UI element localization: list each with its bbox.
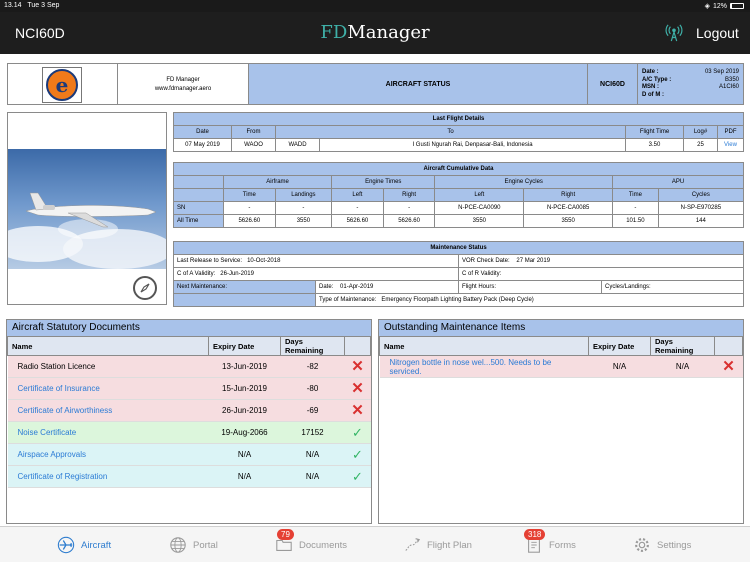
registration: NCI60D [588, 64, 638, 104]
view-pdf-link[interactable]: View [717, 138, 744, 152]
flight-plan-icon [402, 535, 422, 555]
outstanding-maintenance-title: Outstanding Maintenance Items [379, 320, 743, 336]
plane-icon [56, 535, 76, 555]
logout-button[interactable]: Logout [696, 25, 739, 41]
valid-check-icon: ✓ [352, 424, 363, 440]
company-logo: e [42, 67, 82, 103]
status-time-date: 13.14 Tue 3 Sep [4, 2, 60, 9]
maintenance-caption: Maintenance Status [173, 241, 744, 255]
expired-x-icon: ✕ [351, 402, 364, 419]
expired-x-icon: ✕ [351, 358, 364, 375]
company-name: FD Manager [166, 77, 200, 83]
tab-aircraft[interactable]: Aircraft [56, 527, 111, 562]
compass-icon[interactable] [133, 276, 157, 300]
statutory-documents-title: Aircraft Statutory Documents [7, 320, 371, 336]
aircraft-meta: Date :03 Sep 2019 A/C Type : B350 MSN : A1… [638, 64, 743, 104]
battery-icon [730, 3, 744, 9]
wifi-icon: ◈ [704, 3, 710, 10]
document-row[interactable]: Airspace Approvals N/A N/A ✓ [7, 443, 371, 466]
connection-signal-icon[interactable] [665, 24, 683, 42]
aircraft-status-header: e FD Manager www.fdmanager.aero AIRCRAFT… [7, 63, 744, 105]
cumulative-data: Aircraft Cumulative Data Airframe Engine… [173, 162, 745, 228]
cumulative-alltime-row: All Time 5626.60 3550 5626.60 5626.60 35… [173, 214, 745, 228]
outstanding-maintenance-panel: Outstanding Maintenance Items Name Expir… [378, 319, 744, 524]
report-title: AIRCRAFT STATUS [249, 64, 588, 104]
document-row[interactable]: Certificate of Airworthiness 26-Jun-2019… [7, 399, 371, 422]
status-bar: 13.14 Tue 3 Sep ◈ 12% [0, 0, 750, 12]
last-flight-details: Last Flight Details Date From To Flight … [173, 112, 744, 152]
globe-icon [168, 535, 188, 555]
cumulative-caption: Aircraft Cumulative Data [173, 162, 744, 176]
forms-badge: 318 [524, 529, 546, 540]
last-flight-row: 07 May 2019 WAOO WADD I Gusti Ngurah Rai… [173, 138, 744, 152]
expired-x-icon: ✕ [351, 380, 364, 397]
document-row[interactable]: Radio Station Licence 13-Jun-2019 -82 ✕ [7, 355, 371, 378]
documents-badge: 79 [277, 529, 294, 540]
maintenance-status: Maintenance Status Last Release to Servi… [173, 241, 744, 307]
statutory-documents-panel: Aircraft Statutory Documents Name Expiry… [6, 319, 372, 524]
tab-portal[interactable]: Portal [168, 527, 218, 562]
expired-x-icon: ✕ [722, 358, 735, 375]
maintenance-item-row[interactable]: Nitrogen bottle in nose wel...500. Needs… [379, 355, 743, 378]
app-header: NCI60D FDManager Logout [0, 12, 750, 54]
valid-check-icon: ✓ [352, 468, 363, 484]
tab-settings[interactable]: Settings [632, 527, 691, 562]
company-website: www.fdmanager.aero [154, 86, 212, 92]
tab-bar: Aircraft Portal Documents 79 Flight Plan… [0, 526, 750, 562]
document-row[interactable]: Noise Certificate 19-Aug-2066 17152 ✓ [7, 421, 371, 444]
battery-percent: 12% [712, 2, 727, 10]
cumulative-sn-row: SN - - - - N-PCE-CA0090 N-PCE-CA0085 - N… [173, 201, 745, 215]
valid-check-icon: ✓ [352, 446, 363, 462]
app-title: FDManager [320, 22, 430, 43]
tab-flight-plan[interactable]: Flight Plan [402, 527, 472, 562]
aircraft-photo [7, 112, 167, 305]
gear-icon [632, 535, 652, 555]
last-flight-caption: Last Flight Details [173, 112, 744, 126]
aircraft-image [8, 149, 166, 269]
document-row[interactable]: Certificate of Registration N/A N/A ✓ [7, 465, 371, 488]
document-row[interactable]: Certificate of Insurance 15-Jun-2019 -80… [7, 377, 371, 400]
